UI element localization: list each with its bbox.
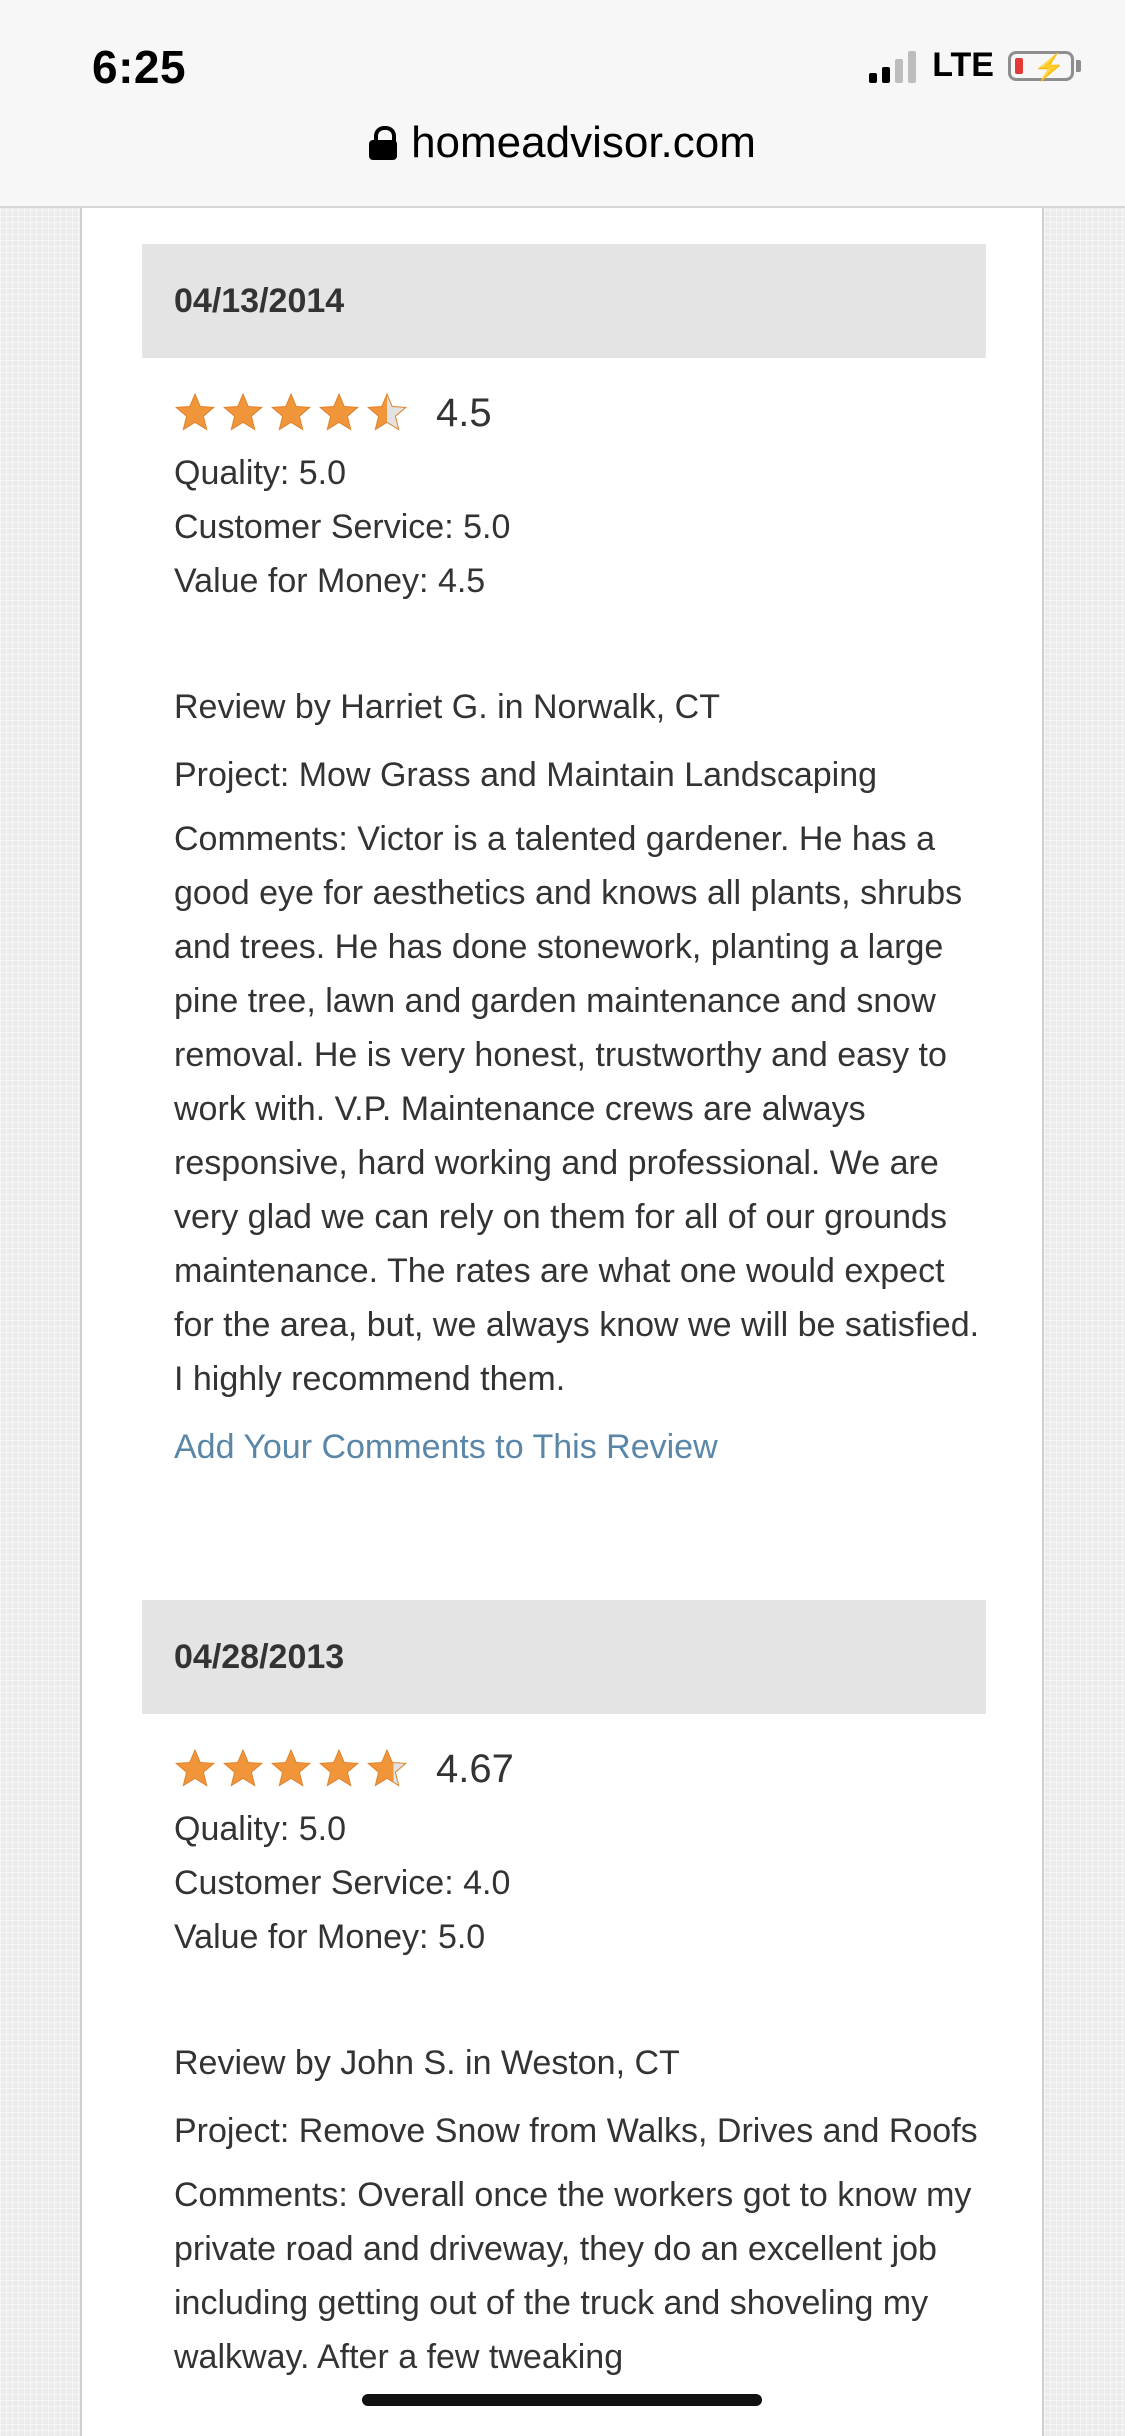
review-comments: Comments: Overall once the workers got t… [174, 2176, 972, 2376]
reviewer-info: Review by Harriet G. in Norwalk, CT [174, 688, 721, 726]
star-icon [366, 1748, 408, 1787]
add-comment-link[interactable]: Add Your Comments to This Review [174, 1420, 986, 1474]
reviewer-info: Review by John S. in Weston, CT [174, 2044, 680, 2082]
signal-icon [869, 49, 917, 83]
project-info: Project: Remove Snow from Walks, Drives … [174, 2112, 978, 2150]
status-icons: LTE ⚡ [869, 46, 1081, 85]
browser-chrome: 6:25 LTE ⚡ homeadvisor.com [0, 0, 1125, 208]
star-icon [318, 1748, 360, 1787]
url-text[interactable]: homeadvisor.com [411, 118, 756, 168]
rating-value: 4.67 [436, 1747, 514, 1791]
value-rating: Value for Money: 5.0 [174, 1918, 486, 1956]
star-icon [318, 392, 360, 431]
review-comments: Comments: Victor is a talented gardener.… [174, 820, 980, 1398]
star-icon [270, 1748, 312, 1787]
status-time: 6:25 [92, 41, 187, 93]
review-item: 04/13/2014 4.5 Quality: 5.0 Customer Ser… [142, 244, 986, 1474]
rating-value: 4.5 [436, 391, 492, 435]
quality-rating: Quality: 5.0 [174, 1810, 346, 1848]
value-rating: Value for Money: 4.5 [174, 562, 486, 600]
star-rating [174, 392, 408, 434]
rating-row: 4.67 [174, 1736, 986, 1802]
review-item: 04/28/2013 4.67 Quality: 5.0 Customer Se… [142, 1600, 986, 2384]
star-icon [270, 392, 312, 431]
star-icon [222, 1748, 264, 1787]
customer-service-rating: Customer Service: 5.0 [174, 508, 511, 546]
home-indicator[interactable] [362, 2394, 762, 2406]
customer-service-rating: Customer Service: 4.0 [174, 1864, 511, 1902]
star-icon [366, 392, 408, 431]
star-icon [174, 1748, 216, 1787]
quality-rating: Quality: 5.0 [174, 454, 346, 492]
network-label: LTE [932, 46, 994, 84]
review-date: 04/13/2014 [142, 244, 986, 358]
star-rating [174, 1748, 408, 1790]
star-icon [222, 392, 264, 431]
star-icon [174, 392, 216, 431]
address-bar[interactable]: homeadvisor.com [0, 118, 1125, 168]
review-date: 04/28/2013 [142, 1600, 986, 1714]
battery-icon: ⚡ [1008, 50, 1074, 82]
lock-icon [369, 126, 398, 160]
rating-row: 4.5 [174, 380, 986, 446]
project-info: Project: Mow Grass and Maintain Landscap… [174, 756, 878, 794]
reviews-card: 04/13/2014 4.5 Quality: 5.0 Customer Ser… [80, 206, 1044, 2436]
